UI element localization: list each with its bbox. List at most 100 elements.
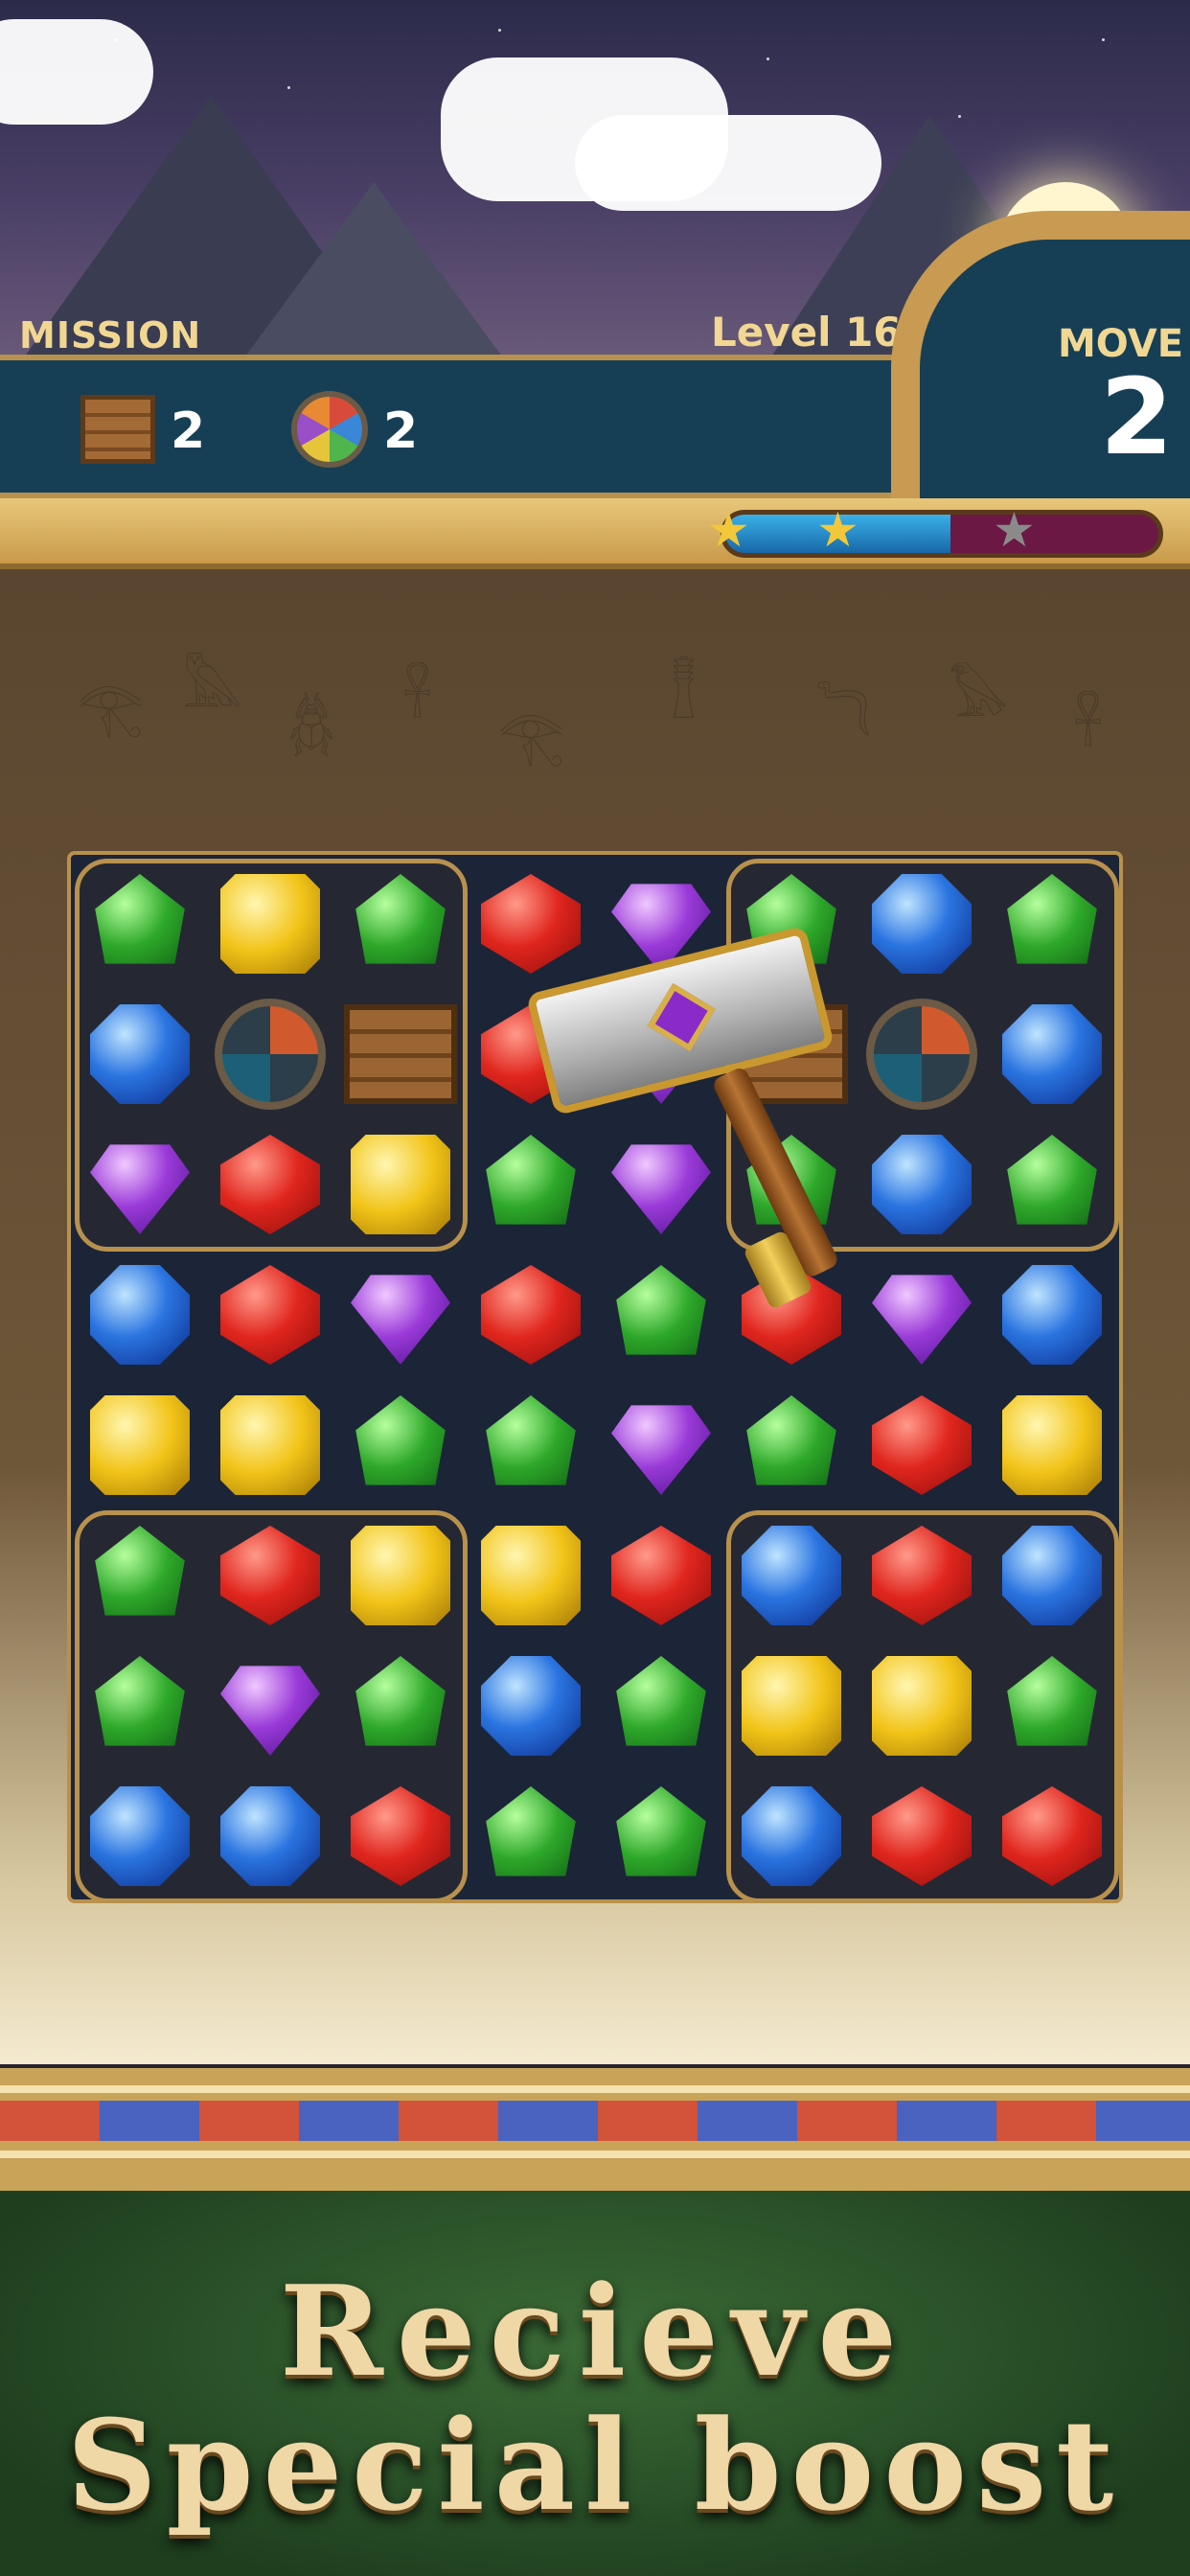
- board-cell[interactable]: [75, 1510, 205, 1641]
- board-cell[interactable]: [857, 989, 987, 1119]
- board-cell[interactable]: [205, 1380, 335, 1510]
- board-cell[interactable]: [75, 859, 205, 989]
- egyptian-pattern-stripe: [0, 2101, 1190, 2141]
- board-cell[interactable]: [466, 1380, 596, 1510]
- board-cell[interactable]: [466, 1641, 596, 1771]
- red-gem-icon: [1002, 1786, 1102, 1886]
- board-cell[interactable]: [857, 1119, 987, 1250]
- yellow-gem-icon: [481, 1526, 581, 1625]
- score-progress-bar: [721, 510, 1163, 558]
- board-cell[interactable]: [857, 1510, 987, 1641]
- board-cell[interactable]: [726, 1771, 857, 1901]
- green-gem-icon: [746, 1395, 836, 1485]
- star-icon: ★: [993, 502, 1036, 558]
- board-cell[interactable]: [726, 1380, 857, 1510]
- green-gem-icon: [355, 874, 446, 964]
- move-count: 2: [1100, 356, 1174, 478]
- green-gem-icon: [355, 1395, 446, 1485]
- board-cell[interactable]: [205, 1510, 335, 1641]
- blue-gem-icon: [742, 1526, 841, 1625]
- board-cell[interactable]: [987, 1771, 1117, 1901]
- purple-gem-icon: [220, 1666, 320, 1756]
- yellow-gem-icon: [872, 1656, 972, 1756]
- promo-line-2: Special boost: [66, 2392, 1124, 2539]
- board-cell[interactable]: [726, 1641, 857, 1771]
- board-cell[interactable]: [335, 1119, 466, 1250]
- color-wheel-blocker-icon: [215, 999, 326, 1110]
- board-cell[interactable]: [75, 989, 205, 1119]
- board-cell[interactable]: [335, 989, 466, 1119]
- board-cell[interactable]: [205, 1641, 335, 1771]
- board-cell[interactable]: [596, 1641, 726, 1771]
- promo-banner: Recieve Special boost: [0, 2191, 1190, 2576]
- hammer-booster[interactable]: [517, 925, 862, 1313]
- board-cell[interactable]: [987, 1641, 1117, 1771]
- board-cell[interactable]: [75, 1771, 205, 1901]
- board-cell[interactable]: [596, 1771, 726, 1901]
- green-gem-icon: [355, 1656, 446, 1746]
- board-cell[interactable]: [205, 1250, 335, 1380]
- board-cell[interactable]: [205, 1771, 335, 1901]
- board-cell[interactable]: [857, 859, 987, 989]
- board-cell[interactable]: [857, 1771, 987, 1901]
- blue-gem-icon: [1002, 1265, 1102, 1365]
- yellow-gem-icon: [351, 1526, 450, 1625]
- wheel-mission-count: 2: [383, 402, 419, 460]
- board-cell[interactable]: [987, 1250, 1117, 1380]
- blue-gem-icon: [872, 874, 972, 974]
- green-gem-icon: [616, 1786, 706, 1876]
- purple-gem-icon: [351, 1275, 450, 1365]
- board-cell[interactable]: [75, 1250, 205, 1380]
- board-cell[interactable]: [987, 859, 1117, 989]
- red-gem-icon: [872, 1526, 972, 1625]
- green-gem-icon: [1007, 874, 1097, 964]
- board-cell[interactable]: [205, 989, 335, 1119]
- blue-gem-icon: [90, 1265, 190, 1365]
- board-cell[interactable]: [596, 1380, 726, 1510]
- board-cell[interactable]: [987, 989, 1117, 1119]
- board-cell[interactable]: [987, 1510, 1117, 1641]
- board-cell[interactable]: [75, 1119, 205, 1250]
- blue-gem-icon: [1002, 1526, 1102, 1625]
- crate-blocker-icon: [344, 1004, 457, 1104]
- board-cell[interactable]: [857, 1250, 987, 1380]
- cloud: [575, 115, 881, 211]
- board-cell[interactable]: [335, 1250, 466, 1380]
- yellow-gem-icon: [351, 1135, 450, 1234]
- green-gem-icon: [486, 1395, 576, 1485]
- board-cell[interactable]: [335, 1771, 466, 1901]
- yellow-gem-icon: [220, 874, 320, 974]
- red-gem-icon: [220, 1135, 320, 1234]
- red-gem-icon: [220, 1265, 320, 1365]
- red-gem-icon: [872, 1395, 972, 1495]
- promo-line-1: Recieve: [279, 2258, 911, 2404]
- blue-gem-icon: [90, 1004, 190, 1104]
- board-cell[interactable]: [596, 1510, 726, 1641]
- board-cell[interactable]: [75, 1641, 205, 1771]
- color-wheel-blocker-icon: [866, 999, 977, 1110]
- mission-label: MISSION: [19, 314, 202, 356]
- board-cell[interactable]: [205, 1119, 335, 1250]
- green-gem-icon: [95, 1526, 185, 1616]
- blue-gem-icon: [1002, 1004, 1102, 1104]
- board-cell[interactable]: [857, 1380, 987, 1510]
- board-cell[interactable]: [75, 1380, 205, 1510]
- board-cell[interactable]: [857, 1641, 987, 1771]
- border-line: [0, 2085, 1190, 2093]
- board-cell[interactable]: [205, 859, 335, 989]
- red-gem-icon: [220, 1526, 320, 1625]
- board-cell[interactable]: [466, 1510, 596, 1641]
- board-cell[interactable]: [335, 1380, 466, 1510]
- hammer-head: [525, 925, 835, 1116]
- board-cell[interactable]: [335, 859, 466, 989]
- cloud: [0, 19, 153, 125]
- red-gem-icon: [611, 1526, 711, 1625]
- board-cell[interactable]: [466, 1771, 596, 1901]
- board-cell[interactable]: [335, 1510, 466, 1641]
- purple-gem-icon: [90, 1144, 190, 1234]
- board-cell[interactable]: [335, 1641, 466, 1771]
- board-cell[interactable]: [987, 1119, 1117, 1250]
- board-cell[interactable]: [726, 1510, 857, 1641]
- board-cell[interactable]: [987, 1380, 1117, 1510]
- green-gem-icon: [616, 1656, 706, 1746]
